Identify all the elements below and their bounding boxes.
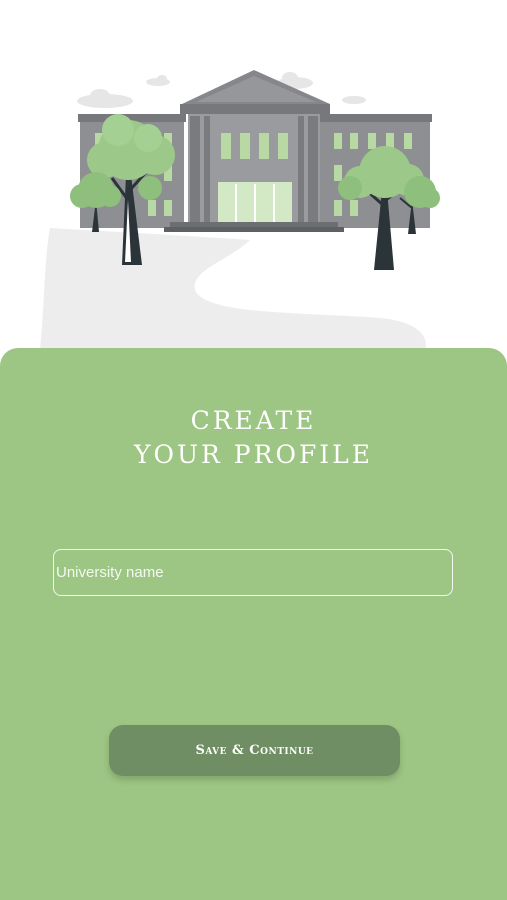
create-profile-screen: CREATE YOUR PROFILE Save & Continue bbox=[0, 0, 507, 900]
page-title: CREATE YOUR PROFILE bbox=[0, 404, 507, 472]
save-and-continue-label: Save & Continue bbox=[195, 743, 314, 758]
title-line-1: CREATE bbox=[190, 406, 317, 435]
hero-illustration bbox=[0, 0, 507, 360]
university-name-input[interactable] bbox=[54, 550, 452, 595]
university-building-illustration bbox=[40, 70, 470, 350]
steps bbox=[170, 222, 338, 227]
save-and-continue-button[interactable]: Save & Continue bbox=[109, 725, 400, 776]
university-name-field bbox=[53, 549, 453, 596]
title-line-2: YOUR PROFILE bbox=[133, 440, 374, 469]
